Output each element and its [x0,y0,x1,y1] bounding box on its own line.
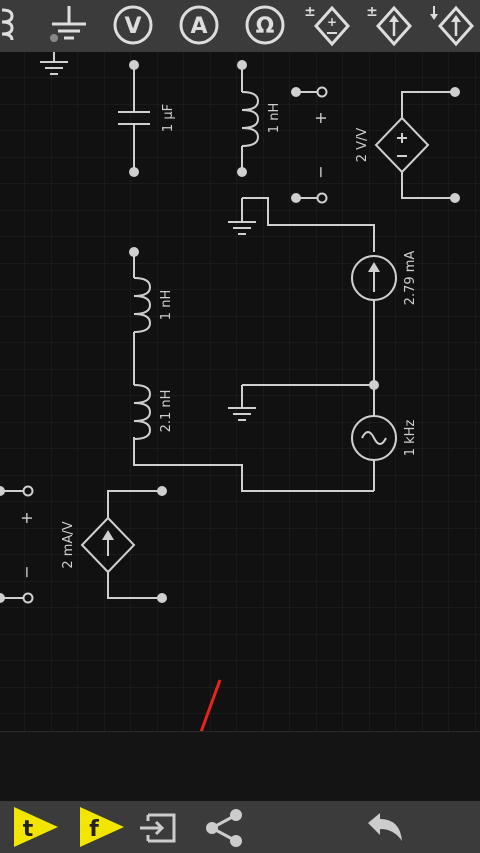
current-source-label: 2.79 mA [403,251,418,306]
frequency-domain-button[interactable]: f [74,801,134,853]
svg-text:+: + [327,15,337,29]
frequency-button-label: f [89,817,99,842]
ac-source-label: 1 kHz [403,420,418,457]
time-button-label: t [23,817,34,842]
dependent-current-source-icon[interactable]: ± [362,0,416,52]
capacitor-label: 1 µF [161,104,176,132]
bottom-toolbar: t f [0,801,480,853]
inductor-icon[interactable] [0,0,22,52]
voltmeter-label: V [124,14,141,39]
voltmeter-icon[interactable]: V [110,0,156,52]
component-toolbar: V A Ω ± + ± [0,0,480,52]
ammeter-label: A [190,14,207,39]
svg-text:±: ± [304,4,316,20]
undo-icon[interactable] [358,801,412,853]
plot-panel [0,731,480,802]
share-icon[interactable] [200,801,250,853]
minus-sign-vccs: − [17,565,36,578]
ammeter-icon[interactable]: A [176,0,222,52]
vcvs-label: 2 V/V [355,128,370,163]
circuit-canvas[interactable]: 1 µF 1 nH + − 2 V/V 2.79 mA 1 nH 2.1 nH … [0,52,480,731]
inductor-low-label: 2.1 nH [159,390,174,433]
plus-sign-vcvs: + [311,111,330,124]
minus-sign-vcvs: − [311,165,330,178]
dependent-current-source-down-icon[interactable] [424,0,480,52]
inductor-middle-label: 1 nH [159,290,174,320]
dependent-voltage-source-icon[interactable]: ± + [300,0,354,52]
plus-sign-vccs: + [17,511,36,524]
svg-text:±: ± [366,4,378,20]
ohmmeter-label: Ω [256,14,275,39]
ohmmeter-icon[interactable]: Ω [242,0,288,52]
vccs-label: 2 mA/V [61,521,76,568]
circuit-schematic[interactable]: 1 µF 1 nH + − 2 V/V 2.79 mA 1 nH 2.1 nH … [0,52,480,731]
time-domain-button[interactable]: t [8,801,68,853]
ground-icon[interactable] [44,0,94,52]
inductor-top-label: 1 nH [267,103,282,133]
export-icon[interactable] [134,801,184,853]
